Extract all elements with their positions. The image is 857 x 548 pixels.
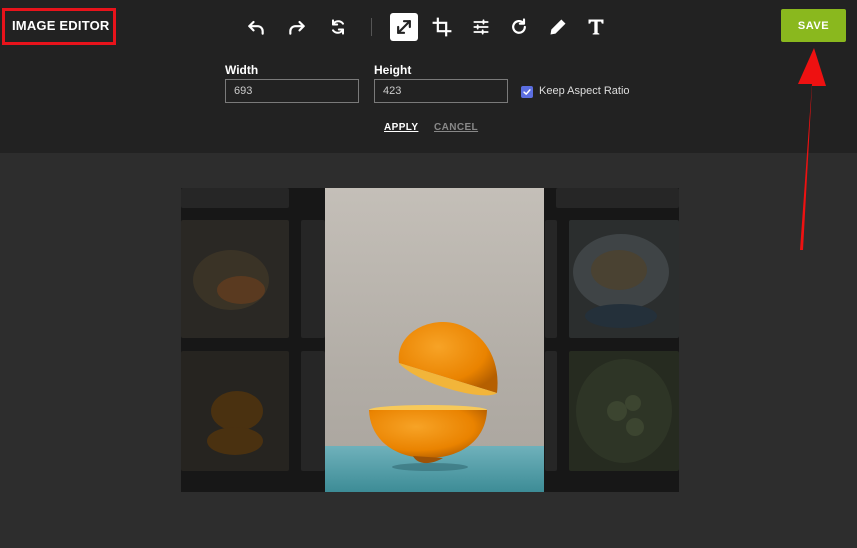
salad-plate-image	[193, 250, 269, 310]
save-button[interactable]: SAVE	[781, 9, 846, 42]
background-tile	[556, 188, 679, 208]
background-tile	[301, 351, 325, 471]
rotate-icon[interactable]	[505, 13, 533, 41]
bowl-image	[573, 234, 669, 328]
background-tile	[545, 220, 557, 338]
reset-icon[interactable]	[324, 13, 352, 41]
page-title: IMAGE EDITOR	[12, 18, 110, 33]
background-tile	[545, 351, 557, 471]
plate-image	[576, 359, 672, 463]
height-input[interactable]: 423	[374, 79, 508, 103]
background-tile	[301, 220, 325, 338]
resize-icon[interactable]	[390, 13, 418, 41]
orange-halves-image	[369, 322, 498, 471]
toolbar-divider	[371, 18, 372, 36]
undo-icon[interactable]	[242, 13, 270, 41]
background-tile	[569, 351, 679, 471]
orange-thumbnail-image	[207, 391, 263, 455]
background-tile	[181, 188, 289, 208]
cancel-link[interactable]: CANCEL	[434, 122, 478, 133]
keep-aspect-checkbox[interactable]	[521, 86, 533, 98]
background-tile	[181, 220, 289, 338]
width-input[interactable]: 693	[225, 79, 359, 103]
height-label: Height	[374, 63, 412, 77]
text-icon[interactable]	[582, 13, 610, 41]
adjust-icon[interactable]	[467, 13, 495, 41]
draw-icon[interactable]	[544, 13, 572, 41]
redo-icon[interactable]	[283, 13, 311, 41]
keep-aspect-label: Keep Aspect Ratio	[539, 85, 630, 97]
apply-link[interactable]: APPLY	[384, 122, 418, 133]
width-label: Width	[225, 63, 259, 77]
crop-icon[interactable]	[428, 13, 456, 41]
editor-toolbar: IMAGE EDITOR SAVE Width 693 Height 423 K…	[0, 0, 857, 153]
edited-photo	[325, 188, 544, 492]
background-tile	[181, 351, 289, 471]
background-tile	[569, 220, 679, 338]
